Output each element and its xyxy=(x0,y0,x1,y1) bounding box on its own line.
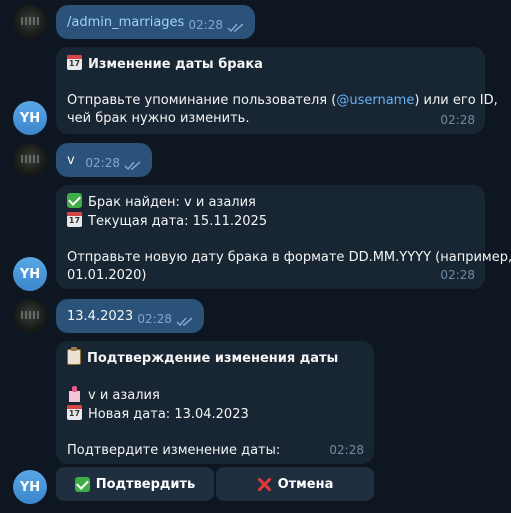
message-text-line: Отправьте новую дату брака в формате DD.… xyxy=(67,250,511,265)
calendar-icon xyxy=(67,55,82,70)
bot-avatar[interactable]: YH xyxy=(13,101,47,135)
user-avatar[interactable] xyxy=(13,5,47,39)
message-text-line: Брак найден: v и азалия xyxy=(67,193,474,212)
message-title: Подтверждение изменения даты xyxy=(67,347,363,368)
message-text-line: Подтвердите изменение даты: xyxy=(67,443,281,458)
username-mention-link[interactable]: @username xyxy=(336,93,414,108)
message-time: 02:28 xyxy=(85,156,120,170)
calendar-icon xyxy=(67,405,82,420)
incoming-message: Брак найден: v и азалия Текущая дата: 15… xyxy=(56,185,511,289)
message-time: 02:28 xyxy=(440,268,475,282)
bot-avatar[interactable]: YH xyxy=(13,470,47,504)
cross-mark-icon xyxy=(257,477,272,492)
double-check-icon xyxy=(227,23,244,33)
message-time: 02:28 xyxy=(137,312,172,326)
message-text: v xyxy=(67,153,75,168)
incoming-message: Подтверждение изменения даты v и азалия … xyxy=(56,341,374,464)
message-text-line: Текущая дата: 15.11.2025 xyxy=(67,212,474,231)
clipboard-icon xyxy=(67,347,81,365)
cancel-button[interactable]: Отмена xyxy=(216,467,374,501)
check-mark-icon xyxy=(74,476,90,492)
outgoing-message[interactable]: 13.4.2023 02:28 xyxy=(56,299,204,333)
message-text-line: v и азалия xyxy=(67,386,363,405)
message-text-line: чей брак нужно изменить. xyxy=(67,111,250,126)
message-text-line: Отправьте упоминание пользователя (@user… xyxy=(67,93,498,108)
wedding-icon xyxy=(67,386,82,402)
message-text: 13.4.2023 xyxy=(67,309,134,324)
message-time: 02:28 xyxy=(440,113,475,127)
incoming-message: Изменение даты брака Отправьте упоминани… xyxy=(56,47,498,134)
message-time: 02:28 xyxy=(329,443,364,457)
calendar-icon xyxy=(67,212,82,227)
message-time: 02:28 xyxy=(188,18,223,32)
double-check-icon xyxy=(124,161,141,171)
message-text-line: Новая дата: 13.04.2023 xyxy=(67,405,363,424)
command-text[interactable]: /admin_marriages xyxy=(67,15,184,30)
double-check-icon xyxy=(176,317,193,327)
message-text-line: 01.01.2020) xyxy=(67,268,147,283)
outgoing-message[interactable]: /admin_marriages 02:28 xyxy=(56,5,255,39)
check-mark-icon xyxy=(67,193,82,208)
message-title: Изменение даты брака xyxy=(67,55,474,74)
confirm-button[interactable]: Подтвердить xyxy=(56,467,214,501)
bot-avatar[interactable]: YH xyxy=(13,257,47,291)
user-avatar[interactable] xyxy=(13,143,47,177)
user-avatar[interactable] xyxy=(13,299,47,333)
outgoing-message[interactable]: v 02:28 xyxy=(56,143,152,177)
